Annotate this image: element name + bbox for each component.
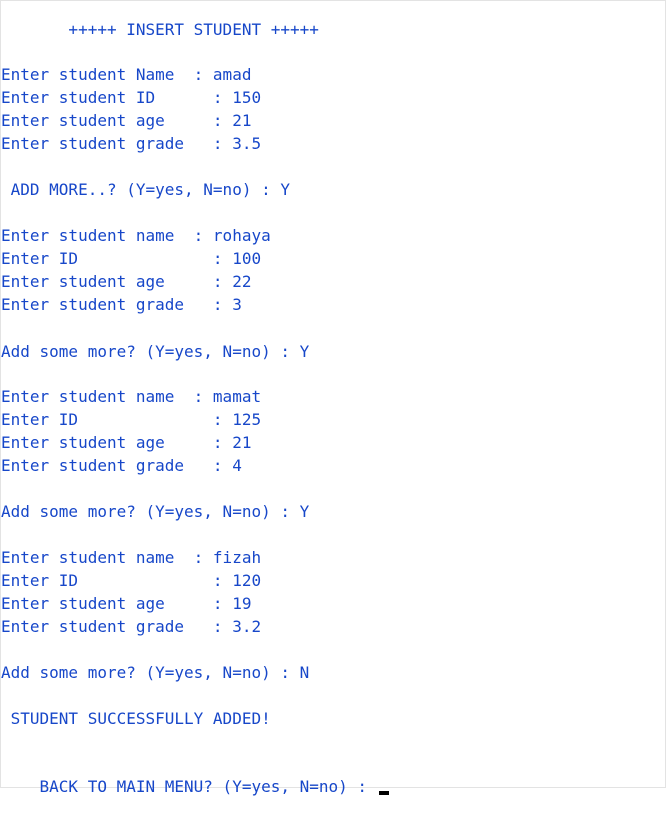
- prompt-student-name: Enter student name : mamat: [1, 387, 262, 406]
- text-cursor[interactable]: [378, 791, 389, 795]
- prompt-student-grade: Enter student grade : 3: [1, 295, 242, 314]
- header-insert-student: +++++ INSERT STUDENT +++++: [1, 20, 319, 39]
- console-window[interactable]: +++++ INSERT STUDENT +++++ Enter student…: [0, 0, 666, 796]
- prompt-student-name: Enter student name : rohaya: [1, 226, 271, 245]
- prompt-student-age: Enter student age : 21: [1, 111, 252, 130]
- prompt-back-to-main-menu: BACK TO MAIN MENU? (Y=yes, N=no) :: [1, 754, 389, 796]
- prompt-id: Enter ID : 120: [1, 571, 262, 590]
- prompt-add-some-more: Add some more? (Y=yes, N=no) : Y: [1, 502, 310, 521]
- prompt-id: Enter ID : 100: [1, 249, 262, 268]
- prompt-add-some-more: Add some more? (Y=yes, N=no) : N: [1, 663, 310, 682]
- prompt-id: Enter ID : 125: [1, 410, 262, 429]
- prompt-student-name: Enter student Name : amad: [1, 65, 252, 84]
- prompt-student-id: Enter student ID : 150: [1, 88, 262, 107]
- prompt-student-grade: Enter student grade : 4: [1, 456, 242, 475]
- prompt-student-grade: Enter student grade : 3.2: [1, 617, 262, 636]
- prompt-back-to-main-menu-text: BACK TO MAIN MENU? (Y=yes, N=no) :: [39, 777, 377, 796]
- prompt-student-name: Enter student name : fizah: [1, 548, 262, 567]
- success-message: STUDENT SUCCESSFULLY ADDED!: [1, 709, 271, 728]
- prompt-student-age: Enter student age : 22: [1, 272, 252, 291]
- prompt-student-age: Enter student age : 21: [1, 433, 252, 452]
- prompt-student-age: Enter student age : 19: [1, 594, 252, 613]
- prompt-add-some-more: Add some more? (Y=yes, N=no) : Y: [1, 342, 310, 361]
- prompt-add-more: ADD MORE..? (Y=yes, N=no) : Y: [1, 180, 290, 199]
- prompt-student-grade: Enter student grade : 3.5: [1, 134, 262, 153]
